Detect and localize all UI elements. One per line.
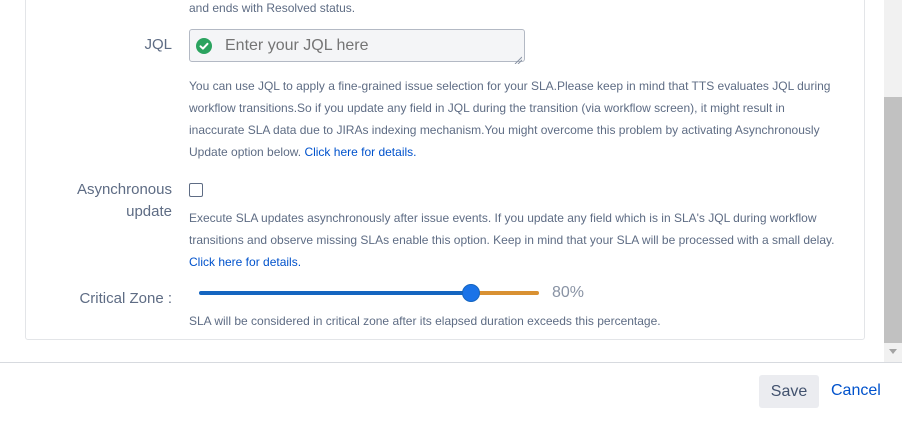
jql-help-line-1: You can use JQL to apply a fine-grained …: [189, 79, 831, 93]
vertical-scrollbar[interactable]: [884, 0, 902, 362]
async-label-line-2: update: [126, 203, 172, 220]
scrollbar-thumb[interactable]: [884, 97, 902, 343]
scroll-down-arrow-icon[interactable]: [889, 349, 897, 354]
slider-track-remaining: [471, 291, 539, 295]
jql-field[interactable]: [189, 29, 525, 65]
async-details-link[interactable]: Click here for details.: [189, 251, 301, 273]
async-help-line-2: transitions and observe missing SLAs ena…: [189, 233, 835, 247]
jql-help-line-2: workflow transitions.So if you update an…: [189, 101, 785, 115]
critical-zone-value: 80%: [552, 284, 585, 301]
jql-label: JQL: [144, 36, 172, 53]
jql-help-line-4-text: Update option below.: [189, 145, 302, 159]
async-label-line-1: Asynchronous: [76, 181, 172, 198]
resize-handle-icon[interactable]: [514, 51, 523, 65]
sla-edit-dialog: and ends with Resolved status. JQL You c…: [0, 0, 902, 425]
slider-track-filled: [199, 291, 471, 295]
jql-input[interactable]: [225, 30, 505, 61]
critical-zone-label: Critical Zone :: [79, 290, 172, 307]
async-update-checkbox[interactable]: [189, 183, 203, 197]
previous-help-text: and ends with Resolved status.: [189, 1, 356, 15]
critical-zone-slider[interactable]: [199, 283, 539, 303]
async-help-line-1: Execute SLA updates asynchronously after…: [189, 211, 817, 225]
critical-zone-help: SLA will be considered in critical zone …: [189, 314, 661, 328]
jql-details-link[interactable]: Click here for details.: [304, 145, 416, 159]
slider-thumb[interactable]: [462, 284, 480, 302]
cancel-link[interactable]: Cancel: [831, 382, 881, 400]
jql-help-line-4: Update option below. Click here for deta…: [189, 141, 416, 163]
dialog-footer: Save Cancel: [0, 362, 902, 425]
dialog-scroll-area: and ends with Resolved status. JQL You c…: [0, 0, 884, 362]
jql-help-line-3: inaccurate SLA data due to JIRAs indexin…: [189, 123, 820, 137]
save-button[interactable]: Save: [759, 375, 819, 408]
check-circle-icon: [196, 38, 212, 54]
